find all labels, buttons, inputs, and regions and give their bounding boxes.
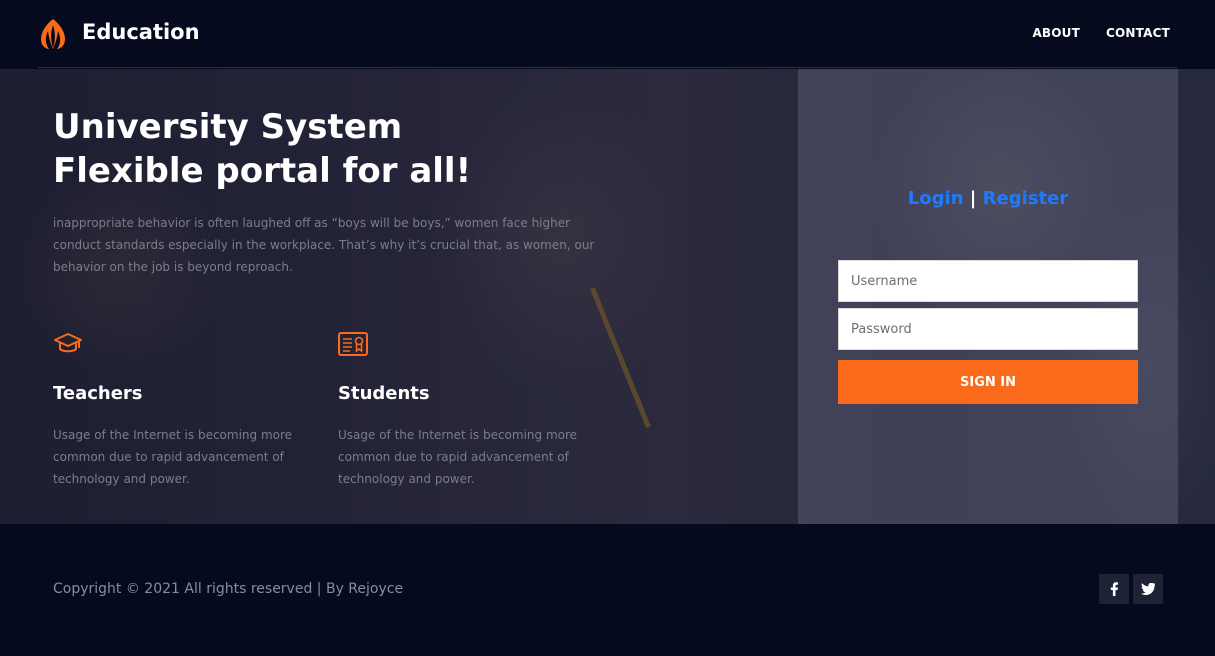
- feature-text: Usage of the Internet is becoming more c…: [338, 428, 578, 486]
- login-link[interactable]: Login: [908, 188, 964, 209]
- hero-section: University System Flexible portal for al…: [0, 69, 1215, 524]
- graduation-cap-icon: [54, 333, 82, 353]
- feature-teachers: Teachers Usage of the Internet is becomi…: [53, 331, 313, 490]
- nav-contact-link[interactable]: CONTACT: [1106, 26, 1170, 40]
- password-input[interactable]: [838, 308, 1138, 350]
- feature-students: Students Usage of the Internet is becomi…: [338, 331, 598, 490]
- twitter-icon[interactable]: [1133, 574, 1163, 604]
- username-input[interactable]: [838, 260, 1138, 302]
- facebook-icon[interactable]: [1099, 574, 1129, 604]
- flame-logo-icon: [41, 19, 65, 49]
- hero-title: University System Flexible portal for al…: [53, 105, 471, 193]
- feature-title: Teachers: [53, 383, 143, 404]
- copyright-text: Copyright © 2021 All rights reserved | B…: [53, 581, 404, 597]
- auth-links: Login | Register: [798, 188, 1178, 209]
- top-nav: ABOUT CONTACT: [1032, 26, 1170, 40]
- login-panel: Login | Register SIGN IN: [798, 69, 1178, 524]
- site-footer: Copyright © 2021 All rights reserved | B…: [0, 524, 1215, 656]
- feature-text: Usage of the Internet is becoming more c…: [53, 428, 293, 486]
- nav-about-link[interactable]: ABOUT: [1032, 26, 1080, 40]
- header-divider: [38, 67, 1177, 68]
- auth-separator: |: [969, 188, 977, 209]
- site-header: Education ABOUT CONTACT: [0, 0, 1215, 68]
- hero-title-line1: University System: [53, 107, 403, 147]
- sign-in-button[interactable]: SIGN IN: [838, 360, 1138, 404]
- brand-name[interactable]: Education: [82, 20, 200, 44]
- hero-title-line2: Flexible portal for all!: [53, 151, 472, 191]
- feature-title: Students: [338, 383, 430, 404]
- hero-description: inappropriate behavior is often laughed …: [53, 216, 595, 274]
- social-links: [1099, 574, 1163, 604]
- register-link[interactable]: Register: [983, 188, 1069, 209]
- certificate-icon: [338, 332, 368, 356]
